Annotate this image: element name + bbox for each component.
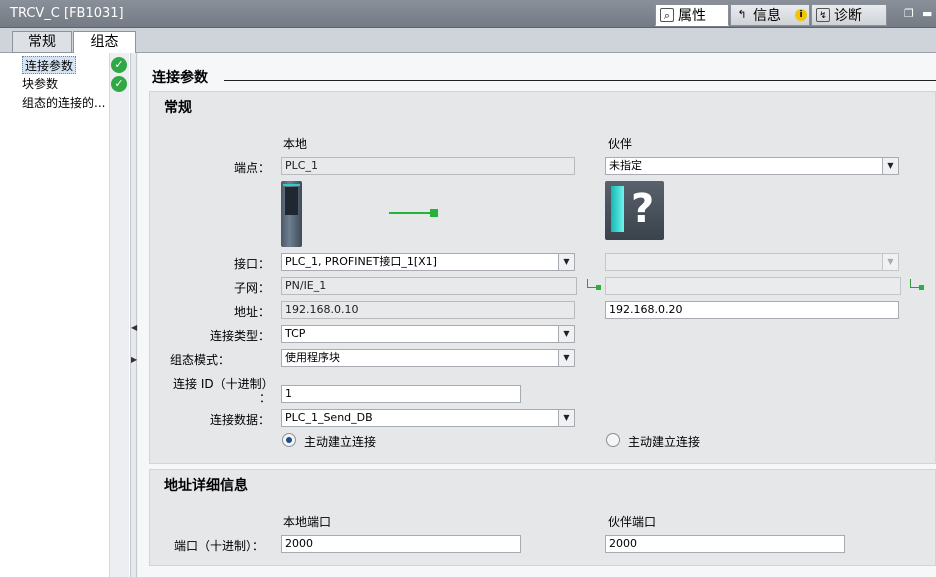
config-mode-value: 使用程序块: [285, 351, 340, 364]
address-details-title: 地址详细信息: [164, 478, 248, 494]
chevron-down-icon[interactable]: ▼: [558, 350, 574, 366]
partner-address-input[interactable]: 192.168.0.20: [605, 301, 899, 319]
config-mode-select[interactable]: 使用程序块 ▼: [281, 349, 575, 367]
unknown-partner-icon: ?: [605, 181, 664, 240]
nav-item-configured-connections[interactable]: 组态的连接的...: [22, 94, 105, 112]
section-title: 连接参数: [152, 70, 208, 86]
local-interface-value: PLC_1, PROFINET接口_1[X1]: [285, 255, 437, 268]
partner-port-header: 伙伴端口: [608, 515, 657, 529]
tab-diagnostics-label: 诊断: [834, 8, 862, 24]
chevron-down-icon[interactable]: ▼: [558, 254, 574, 270]
restore-window-icon[interactable]: ❐: [904, 7, 918, 20]
panel-splitter[interactable]: [131, 53, 137, 577]
tab-properties-label: 属性: [678, 8, 706, 24]
partner-active-label: 主动建立连接: [628, 435, 701, 449]
chevron-down-icon[interactable]: ▼: [558, 410, 574, 426]
local-subnet-field: PN/IE_1: [281, 277, 577, 295]
connection-line: [389, 212, 433, 214]
info-badge-icon: i: [795, 9, 807, 21]
subnet-connect-icon[interactable]: [587, 279, 601, 290]
local-endpoint-field: PLC_1: [281, 157, 575, 175]
expand-right-icon[interactable]: ▶: [131, 354, 137, 366]
navigation-status-strip: [109, 53, 129, 577]
partner-interface-select: ▼: [605, 253, 899, 271]
info-icon: ↰: [737, 8, 747, 21]
diagnostics-icon: ↯: [816, 8, 830, 22]
general-title: 常规: [164, 100, 192, 116]
local-port-input[interactable]: 2000: [281, 535, 521, 553]
nav-item-block-params[interactable]: 块参数: [22, 75, 58, 93]
local-address-field: 192.168.0.10: [281, 301, 575, 319]
connection-type-value: TCP: [285, 327, 306, 340]
tab-info-label: 信息: [753, 8, 781, 24]
partner-port-input[interactable]: 2000: [605, 535, 845, 553]
check-icon: ✓: [111, 57, 127, 73]
local-interface-select[interactable]: PLC_1, PROFINET接口_1[X1] ▼: [281, 253, 575, 271]
partner-active-radio[interactable]: [606, 433, 620, 447]
subnet-connect-icon[interactable]: [910, 279, 924, 290]
local-active-label: 主动建立连接: [304, 435, 377, 449]
partner-subnet-field: [605, 277, 901, 295]
connection-id-input[interactable]: 1: [281, 385, 521, 403]
tab-info[interactable]: ↰ 信息 i: [730, 4, 810, 26]
connection-data-value: PLC_1_Send_DB: [285, 411, 373, 424]
close-panel-icon[interactable]: ▬: [922, 7, 936, 20]
properties-icon: ⌕: [660, 8, 674, 22]
local-header: 本地: [283, 137, 308, 151]
local-port-header: 本地端口: [283, 515, 332, 529]
check-icon: ✓: [111, 76, 127, 92]
partner-endpoint-select[interactable]: 未指定 ▼: [605, 157, 899, 175]
local-active-radio[interactable]: [282, 433, 296, 447]
connection-type-label: 连接类型：: [209, 329, 270, 343]
plc-module-icon: [281, 181, 302, 247]
partner-header: 伙伴: [608, 137, 633, 151]
chevron-down-icon: ▼: [882, 254, 898, 270]
partner-endpoint-value: 未指定: [609, 159, 642, 172]
chevron-down-icon[interactable]: ▼: [558, 326, 574, 342]
endpoint-label: 端点：: [233, 161, 270, 175]
collapse-left-icon[interactable]: ◀: [131, 322, 137, 334]
tab-configuration[interactable]: 组态: [73, 31, 136, 54]
connection-port-icon: [430, 209, 438, 217]
tab-properties[interactable]: ⌕ 属性: [655, 4, 729, 26]
question-mark-icon: ?: [631, 186, 655, 232]
tab-general[interactable]: 常规: [12, 31, 72, 53]
window-title: TRCV_C [FB1031]: [10, 6, 124, 21]
connection-data-label: 连接数据：: [209, 413, 270, 427]
port-label: 端口（十进制）：: [174, 539, 265, 553]
interface-label: 接口：: [233, 257, 270, 271]
nav-item-connection-params[interactable]: 连接参数: [22, 56, 77, 74]
config-mode-label: 组态模式：: [170, 353, 231, 367]
connection-data-select[interactable]: PLC_1_Send_DB ▼: [281, 409, 575, 427]
connection-id-colon: ：: [259, 391, 272, 405]
address-label: 地址：: [233, 305, 270, 319]
subnet-label: 子网：: [233, 281, 270, 295]
section-divider: [224, 80, 936, 81]
chevron-down-icon[interactable]: ▼: [882, 158, 898, 174]
sub-tab-bar: [0, 28, 936, 53]
connection-type-select[interactable]: TCP ▼: [281, 325, 575, 343]
tab-diagnostics[interactable]: ↯ 诊断: [811, 4, 887, 26]
